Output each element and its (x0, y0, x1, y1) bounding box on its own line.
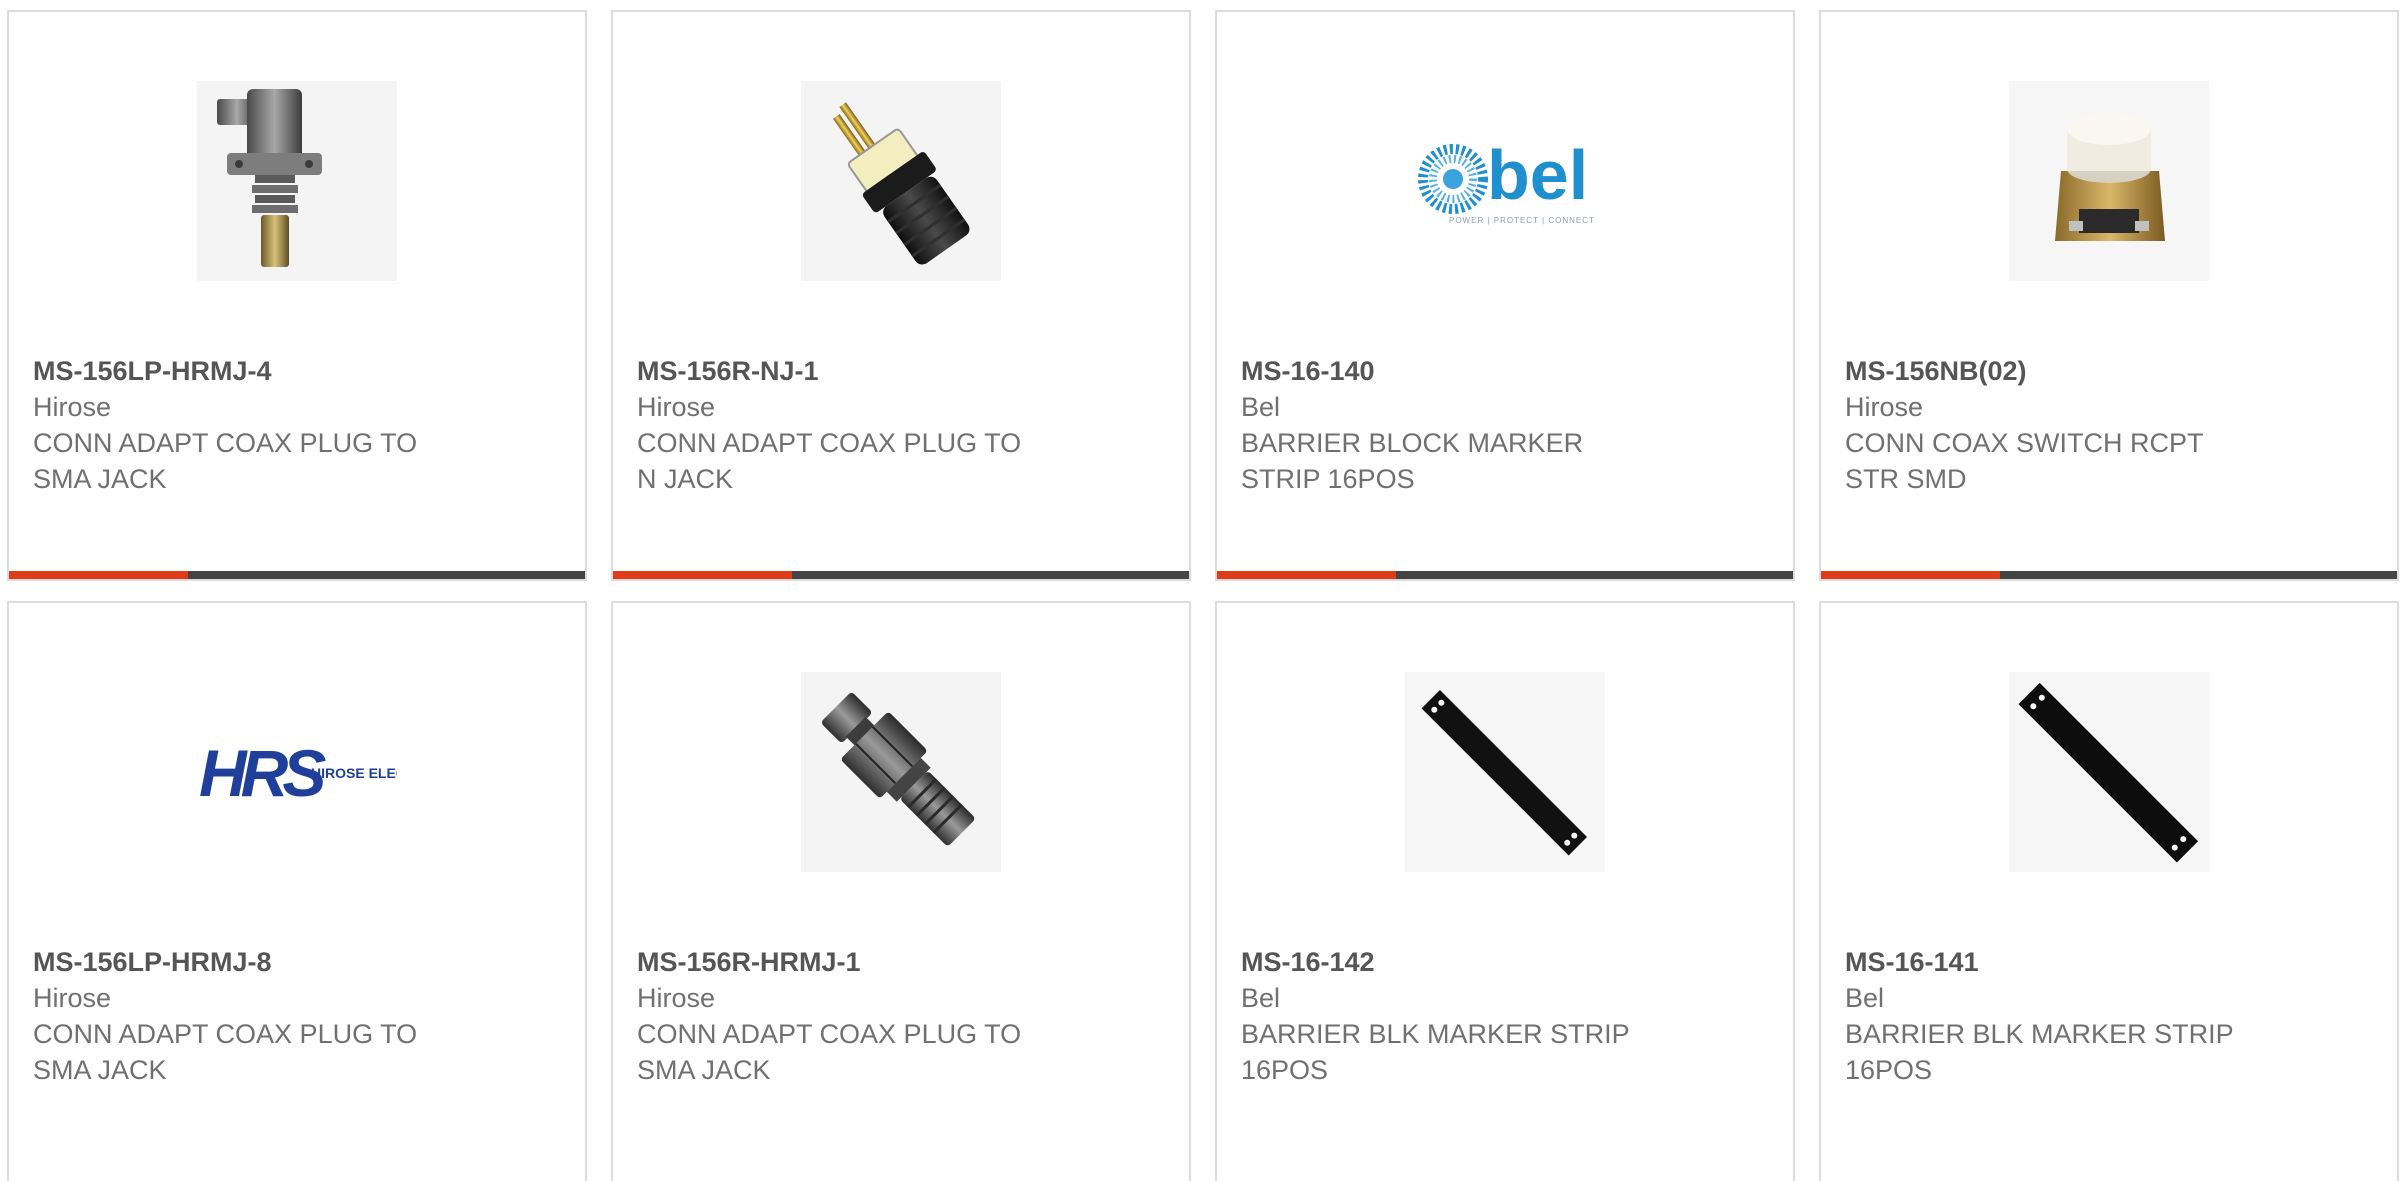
description: CONN ADAPT COAX PLUG TO SMA JACK (33, 1019, 418, 1085)
part-number[interactable]: MS-156R-NJ-1 (637, 353, 1097, 389)
carousel-progress-track (9, 571, 585, 579)
part-number[interactable]: MS-16-140 (1241, 353, 1701, 389)
product-card[interactable]: MS-16-141 Bel BARRIER BLK MARKER STRIP 1… (1819, 601, 2399, 1181)
description: BARRIER BLK MARKER STRIP 16POS (1241, 1019, 1630, 1085)
carousel-progress-fill (1821, 571, 2000, 579)
carousel-progress-fill (9, 571, 188, 579)
product-card[interactable]: MS-16-142 Bel BARRIER BLK MARKER STRIP 1… (1215, 601, 1795, 1181)
product-card[interactable]: MS-156NB(02) Hirose CONN COAX SWITCH RCP… (1819, 10, 2399, 581)
carousel-progress-fill (1217, 571, 1396, 579)
part-number[interactable]: MS-156LP-HRMJ-8 (33, 944, 493, 980)
bel-logo-text: bel (1487, 136, 1588, 214)
bel-logo-tagline: POWER | PROTECT | CONNECT (1449, 216, 1595, 225)
coax-sma-adapter-icon (801, 672, 1001, 872)
marker-strip-icon (2009, 672, 2209, 872)
hirose-logo-tagline: HIROSE ELECTRIC CO., LTD. (311, 765, 397, 781)
manufacturer: Hirose (33, 983, 112, 1013)
part-number[interactable]: MS-156R-HRMJ-1 (637, 944, 1097, 980)
part-number[interactable]: MS-156NB(02) (1845, 353, 2305, 389)
manufacturer: Bel (1241, 983, 1281, 1013)
manufacturer: Hirose (1845, 392, 1924, 422)
description: BARRIER BLK MARKER STRIP 16POS (1845, 1019, 2234, 1085)
carousel-progress-track (1821, 571, 2397, 579)
hirose-logo-icon: HRS HIROSE ELECTRIC CO., LTD. (197, 672, 397, 872)
bel-logo-icon: bel POWER | PROTECT | CONNECT (1405, 81, 1605, 281)
part-number[interactable]: MS-16-142 (1241, 944, 1701, 980)
carousel-progress-track (613, 571, 1189, 579)
manufacturer: Hirose (637, 983, 716, 1013)
product-card[interactable]: MS-156R-NJ-1 Hirose CONN ADAPT COAX PLUG… (611, 10, 1191, 581)
hirose-logo-mark: HRS (199, 736, 326, 810)
description: CONN ADAPT COAX PLUG TO SMA JACK (33, 428, 418, 494)
description: CONN COAX SWITCH RCPT STR SMD (1845, 428, 2204, 494)
description: CONN ADAPT COAX PLUG TO N JACK (637, 428, 1022, 494)
manufacturer: Bel (1241, 392, 1281, 422)
part-number[interactable]: MS-156LP-HRMJ-4 (33, 353, 493, 389)
description: BARRIER BLOCK MARKER STRIP 16POS (1241, 428, 1584, 494)
part-number[interactable]: MS-16-141 (1845, 944, 2305, 980)
manufacturer: Bel (1845, 983, 1885, 1013)
product-grid: MS-156LP-HRMJ-4 Hirose CONN ADAPT COAX P… (0, 0, 2400, 1181)
marker-strip-icon (1405, 672, 1605, 872)
manufacturer: Hirose (33, 392, 112, 422)
manufacturer: Hirose (637, 392, 716, 422)
carousel-progress-fill (613, 571, 792, 579)
coax-switch-receptacle-icon (2009, 81, 2209, 281)
product-card[interactable]: HRS HIROSE ELECTRIC CO., LTD. MS-156LP-H… (7, 601, 587, 1181)
carousel-progress-track (1217, 571, 1793, 579)
coax-adapter-flange-icon (197, 81, 397, 281)
product-card[interactable]: MS-156R-HRMJ-1 Hirose CONN ADAPT COAX PL… (611, 601, 1191, 1181)
coax-n-jack-adapter-icon (801, 81, 1001, 281)
description: CONN ADAPT COAX PLUG TO SMA JACK (637, 1019, 1022, 1085)
product-card[interactable]: bel POWER | PROTECT | CONNECT MS-16-140 … (1215, 10, 1795, 581)
product-card[interactable]: MS-156LP-HRMJ-4 Hirose CONN ADAPT COAX P… (7, 10, 587, 581)
